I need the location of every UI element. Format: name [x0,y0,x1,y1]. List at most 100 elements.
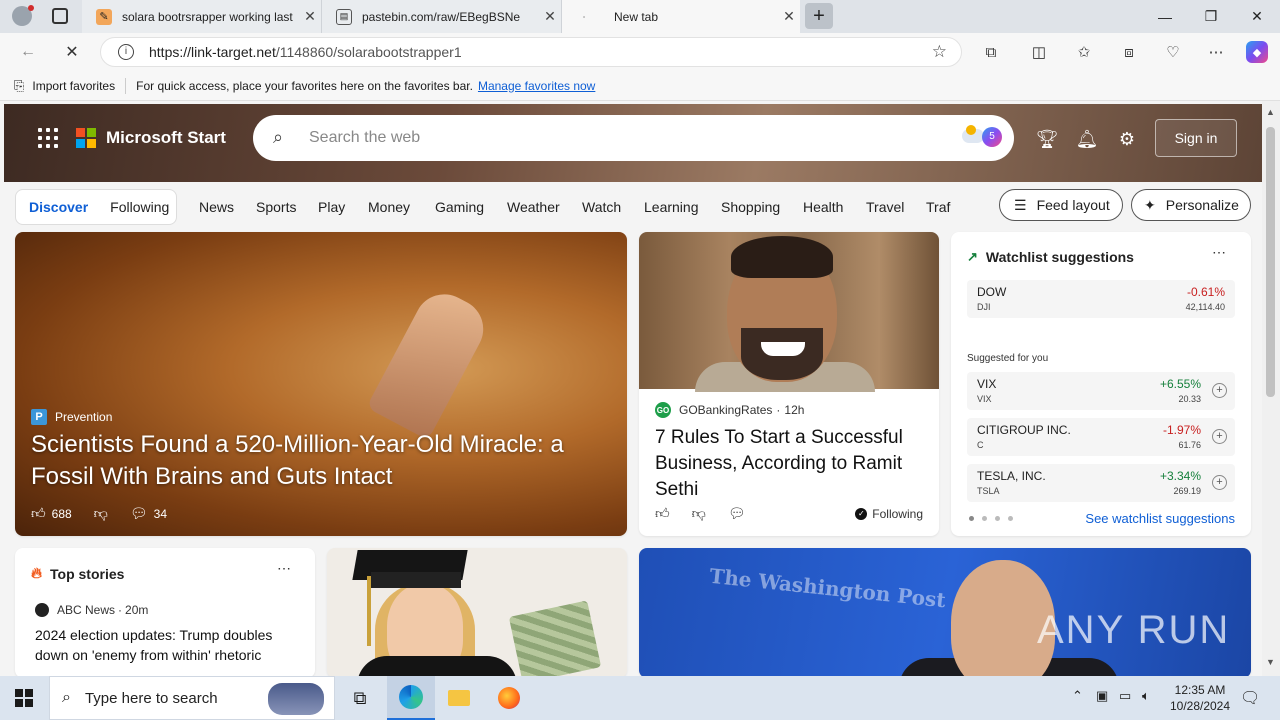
nav-news[interactable]: News [199,199,234,215]
app-launcher-icon[interactable] [38,128,58,148]
close-tab-icon[interactable]: ✕ [778,8,800,25]
stock-row-vix[interactable]: VIX VIX +6.55% 20.33 + [967,372,1235,410]
split-screen-icon[interactable]: ◫ [1027,41,1051,63]
taskbar-search-box[interactable]: ⌕ Type here to search [49,676,335,720]
following-indicator[interactable]: ✓ Following [855,507,923,521]
tray-overflow-icon[interactable]: ⌃ [1072,688,1083,704]
more-menu-icon[interactable]: ⋯ [1204,41,1228,63]
tab-strip: ✎ solara bootrsrapper working last ✕ ▤ p… [0,0,1280,33]
tab-new-tab[interactable]: ∙ New tab ✕ [562,0,800,33]
nav-play[interactable]: Play [318,199,345,215]
restore-icon[interactable]: ❐ [1188,0,1234,33]
extensions-icon[interactable]: ⧉ [979,41,1003,63]
favorite-star-icon[interactable]: ☆ [932,42,947,62]
category-nav: Discover Following News Sports Play Mone… [0,186,1262,226]
add-to-watchlist-icon[interactable]: + [1212,429,1227,444]
volume-icon[interactable]: 🔈︎ [1142,688,1150,704]
comment-icon[interactable]: 💬︎ [728,505,746,522]
dislike-icon[interactable]: 👎︎ [94,505,108,522]
sliders-icon: ☰ [1014,196,1027,213]
tab-discover[interactable]: Discover [29,199,88,215]
start-button[interactable] [0,676,48,720]
stock-row-tesla[interactable]: TESLA, INC. TSLA +3.34% 269.19 + [967,464,1235,502]
new-tab-button[interactable]: + [805,3,833,29]
hero-story-card[interactable]: P Prevention Scientists Found a 520-Mill… [15,232,627,536]
firefox-icon[interactable] [485,676,533,720]
tab-pastebin[interactable]: ▤ pastebin.com/raw/EBegBSNe ✕ [322,0,562,33]
settings-gear-icon[interactable]: ⚙ [1115,127,1139,151]
story-time: 20m [125,603,149,617]
stop-loading-icon[interactable]: ✕ [58,39,86,65]
close-tab-icon[interactable]: ✕ [539,8,561,25]
story-headline[interactable]: 7 Rules To Start a Successful Business, … [655,425,930,503]
scrollbar-thumb[interactable] [1266,127,1275,397]
file-explorer-icon[interactable] [435,676,483,720]
web-search-box[interactable]: ⌕ Search the web 5 [253,115,1014,161]
edge-taskbar-icon[interactable] [387,676,435,720]
rewards-trophy-icon[interactable]: 🏆︎ [1035,127,1059,151]
like-icon[interactable]: 👍︎ [31,505,46,522]
stock-row-citigroup[interactable]: CITIGROUP INC. C -1.97% 61.76 + [967,418,1235,456]
nav-gaming[interactable]: Gaming [435,199,484,215]
like-icon[interactable]: 👍︎ [655,505,670,522]
nav-money[interactable]: Money [368,199,410,215]
favorites-icon[interactable]: ✩ [1072,41,1096,63]
see-watchlist-link[interactable]: See watchlist suggestions [1085,511,1235,526]
address-bar[interactable]: i https://link-target.net/1148860/solara… [100,37,962,67]
notification-center-icon[interactable]: 🗨︎ [1240,688,1260,708]
notifications-bell-icon[interactable]: 🔔︎ [1075,127,1099,151]
story-headline[interactable]: 2024 election updates: Trump doubles dow… [35,625,295,665]
close-tab-icon[interactable]: ✕ [299,8,321,25]
nav-traffic[interactable]: Traf [926,199,950,215]
stock-chart-icon: ↗ [967,249,978,264]
more-options-icon[interactable]: ⋯ [277,560,291,577]
add-to-watchlist-icon[interactable]: + [1212,383,1227,398]
watchlist-title: Watchlist suggestions [985,249,1134,265]
scroll-up-icon[interactable]: ▲ [1266,107,1275,117]
brand-title[interactable]: Microsoft Start [106,128,226,148]
vertical-scrollbar[interactable]: ▲ ▼ [1262,101,1280,676]
collections-icon[interactable]: ⧈ [1117,41,1141,63]
feed-layout-button[interactable]: ☰ Feed layout [999,189,1123,221]
cash-image [508,600,602,676]
close-window-icon[interactable]: ✕ [1234,0,1280,33]
business-story-card[interactable]: GO GOBankingRates · 12h 7 Rules To Start… [639,232,939,536]
dislike-icon[interactable]: 👎︎ [692,505,706,522]
tab-solara[interactable]: ✎ solara bootrsrapper working last ✕ [82,0,322,33]
network-icon[interactable]: ▭ [1119,688,1131,704]
copilot-weather-icon[interactable]: 5 [962,125,1002,151]
nav-learning[interactable]: Learning [644,199,699,215]
more-options-icon[interactable]: ⋯ [1212,244,1227,261]
import-favorites-button[interactable]: Import favorites [32,79,115,93]
graduate-story-card[interactable] [327,548,627,676]
site-info-icon[interactable]: i [118,44,134,60]
nav-health[interactable]: Health [803,199,843,215]
task-view-icon[interactable]: ⧉ [336,676,384,720]
stock-row-dow[interactable]: DOW DJI -0.61% 42,114.40 [967,280,1235,318]
system-clock[interactable]: 12:35 AM 10/28/2024 [1162,682,1238,714]
watchlist-header: ↗ Watchlist suggestions [967,249,1134,265]
nav-travel[interactable]: Travel [866,199,904,215]
nav-watch[interactable]: Watch [582,199,621,215]
manage-favorites-link[interactable]: Manage favorites now [478,79,595,93]
minimize-icon[interactable]: — [1142,0,1188,33]
bezos-story-card[interactable]: The Washington Post ANY RUN [639,548,1251,676]
url-path: /1148860/solarabootstrapper1 [275,44,462,60]
nav-weather[interactable]: Weather [507,199,560,215]
tab-following[interactable]: Following [110,199,169,215]
carousel-dots[interactable] [969,516,1013,521]
back-icon[interactable]: ← [14,39,42,65]
comment-icon[interactable]: 💬︎ [130,505,148,522]
story-actions: 👍︎ 👎︎ 💬︎ ✓ Following [655,505,923,522]
browser-essentials-icon[interactable]: ♡ [1161,41,1185,63]
story-headline[interactable]: Scientists Found a 520-Million-Year-Old … [31,429,611,493]
scroll-down-icon[interactable]: ▼ [1266,657,1275,667]
copilot-icon[interactable]: ◆ [1246,41,1268,63]
personalize-button[interactable]: ✦ Personalize [1131,189,1251,221]
add-to-watchlist-icon[interactable]: + [1212,475,1227,490]
tab-actions-icon[interactable] [52,8,68,24]
sign-in-button[interactable]: Sign in [1155,119,1237,157]
nav-shopping[interactable]: Shopping [721,199,780,215]
nav-sports[interactable]: Sports [256,199,296,215]
device-icon[interactable]: ▣ [1096,688,1108,704]
